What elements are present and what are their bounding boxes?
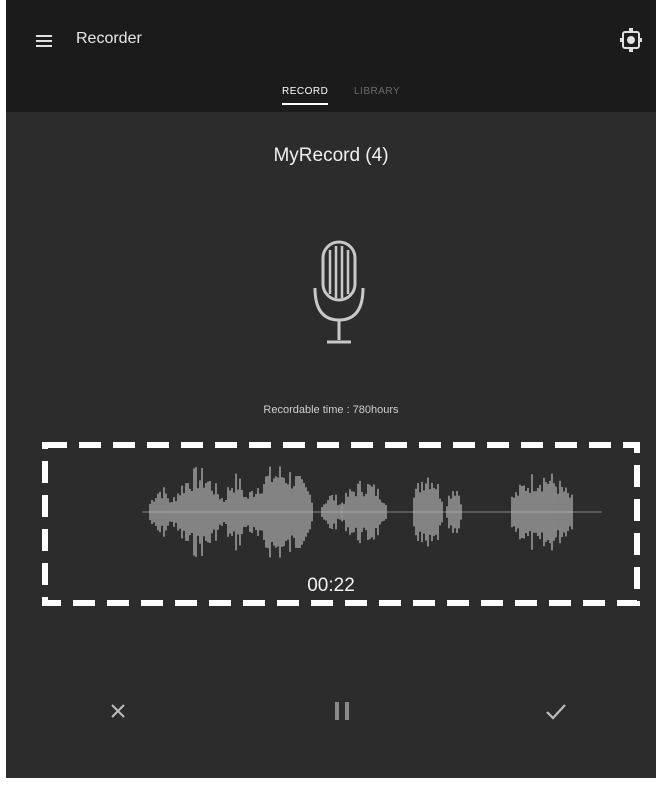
hamburger-menu-icon[interactable] — [36, 34, 52, 48]
tab-bar: RECORD LIBRARY — [6, 78, 656, 112]
tab-library[interactable]: LIBRARY — [354, 86, 400, 97]
record-name: MyRecord (4) — [273, 145, 389, 166]
cancel-button[interactable] — [103, 696, 133, 726]
app-bar: Recorder RECORD LIBRARY — [6, 0, 656, 112]
audio-waveform — [142, 466, 602, 558]
app-title: Recorder — [76, 30, 142, 47]
done-button[interactable] — [541, 696, 571, 726]
tab-record[interactable]: RECORD — [282, 86, 329, 105]
pause-button[interactable] — [327, 696, 357, 726]
settings-icon[interactable] — [620, 28, 642, 52]
recorder-screen: Recorder RECORD LIBRARY MyRecord (4) Rec… — [6, 0, 656, 778]
microphone-icon — [313, 240, 365, 344]
elapsed-timer: 00:22 — [307, 575, 355, 596]
recordable-time: Recordable time : 780hours — [263, 404, 399, 416]
